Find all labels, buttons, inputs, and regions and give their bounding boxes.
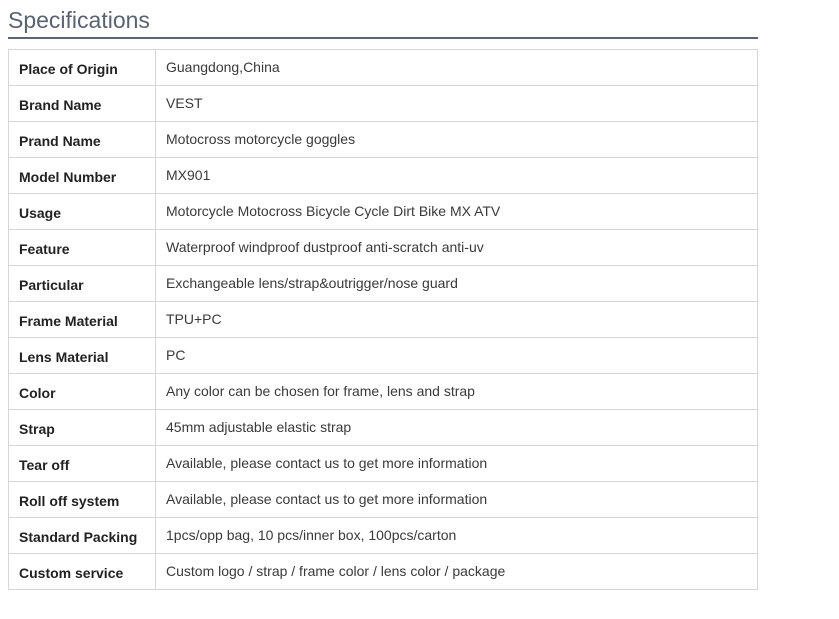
spec-row: Feature Waterproof windproof dustproof an… bbox=[8, 229, 758, 266]
spec-label: Model Number bbox=[8, 157, 156, 194]
spec-value: PC bbox=[155, 337, 758, 374]
spec-row: Frame Material TPU+PC bbox=[8, 301, 758, 338]
title-divider bbox=[8, 37, 758, 39]
spec-row: Model Number MX901 bbox=[8, 157, 758, 194]
spec-value: Available, please contact us to get more… bbox=[155, 481, 758, 518]
spec-label: Frame Material bbox=[8, 301, 156, 338]
spec-value: 1pcs/opp bag, 10 pcs/inner box, 100pcs/c… bbox=[155, 517, 758, 554]
spec-value: Waterproof windproof dustproof anti-scra… bbox=[155, 229, 758, 266]
spec-value: Motorcycle Motocross Bicycle Cycle Dirt … bbox=[155, 193, 758, 230]
spec-row: Standard Packing 1pcs/opp bag, 10 pcs/inn… bbox=[8, 517, 758, 554]
spec-value: TPU+PC bbox=[155, 301, 758, 338]
spec-row: Lens Material PC bbox=[8, 337, 758, 374]
spec-row: Particular Exchangeable lens/strap&outrig… bbox=[8, 265, 758, 302]
spec-value: Custom logo / strap / frame color / lens… bbox=[155, 553, 758, 590]
spec-label: Roll off system bbox=[8, 481, 156, 518]
spec-label: Usage bbox=[8, 193, 156, 230]
specifications-table: Place of Origin Guangdong,China Brand Name… bbox=[8, 49, 758, 590]
spec-label: Color bbox=[8, 373, 156, 410]
spec-value: Guangdong,China bbox=[155, 49, 758, 86]
spec-row: Prand Name Motocross motorcycle goggles bbox=[8, 121, 758, 158]
spec-label: Brand Name bbox=[8, 85, 156, 122]
spec-value: Motocross motorcycle goggles bbox=[155, 121, 758, 158]
spec-value: Exchangeable lens/strap&outrigger/nose g… bbox=[155, 265, 758, 302]
spec-label: Lens Material bbox=[8, 337, 156, 374]
spec-row: Usage Motorcycle Motocross Bicycle Cycle … bbox=[8, 193, 758, 230]
spec-row: Color Any color can be chosen for frame, … bbox=[8, 373, 758, 410]
spec-row: Tear off Available, please contact us to … bbox=[8, 445, 758, 482]
spec-label: Place of Origin bbox=[8, 49, 156, 86]
specifications-table-body: Place of Origin Guangdong,China Brand Name… bbox=[8, 49, 758, 590]
spec-row: Roll off system Available, please contact… bbox=[8, 481, 758, 518]
spec-label: Prand Name bbox=[8, 121, 156, 158]
spec-value: VEST bbox=[155, 85, 758, 122]
spec-label: Particular bbox=[8, 265, 156, 302]
spec-value: MX901 bbox=[155, 157, 758, 194]
spec-label: Custom service bbox=[8, 553, 156, 590]
spec-label: Feature bbox=[8, 229, 156, 266]
spec-row: Custom service Custom logo / strap / fram… bbox=[8, 553, 758, 590]
spec-label: Standard Packing bbox=[8, 517, 156, 554]
spec-value: Available, please contact us to get more… bbox=[155, 445, 758, 482]
spec-value: Any color can be chosen for frame, lens … bbox=[155, 373, 758, 410]
spec-value: 45mm adjustable elastic strap bbox=[155, 409, 758, 446]
spec-label: Tear off bbox=[8, 445, 156, 482]
section-title: Specifications bbox=[8, 7, 150, 33]
spec-label: Strap bbox=[8, 409, 156, 446]
spec-row: Place of Origin Guangdong,China bbox=[8, 49, 758, 86]
spec-row: Strap 45mm adjustable elastic strap bbox=[8, 409, 758, 446]
spec-row: Brand Name VEST bbox=[8, 85, 758, 122]
